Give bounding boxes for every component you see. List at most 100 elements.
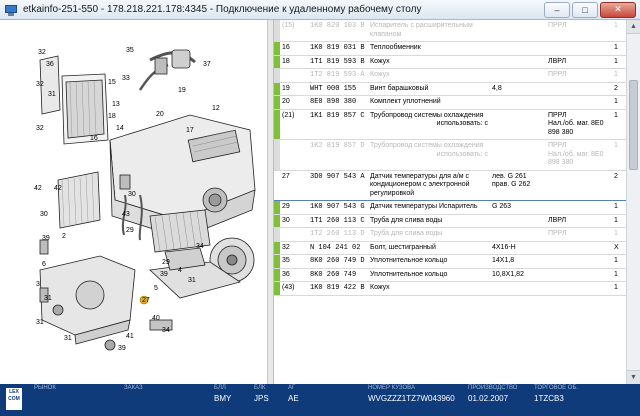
scrollbar-thumb[interactable] <box>629 80 638 170</box>
diagram-callout-label[interactable]: 34 <box>162 327 170 334</box>
quantity-cell-text: 1 <box>614 203 618 210</box>
diagram-callout-label[interactable]: 19 <box>178 87 186 94</box>
table-row[interactable]: 32 N 104 241 02 Болт, шестигранный 4X16-H X <box>274 241 626 255</box>
diagram-callout-label[interactable]: 15 <box>108 79 116 86</box>
maximize-button[interactable]: □ <box>572 1 598 18</box>
parts-list-pane: (15) 1K0 820 103 B Испаритель с расширител… <box>274 20 626 384</box>
status-cell-label: АГ <box>288 385 296 391</box>
table-row[interactable]: 30 1T1 260 113 C Труба для слива воды ЛВРЛ 1 <box>274 214 626 228</box>
status-cell-value: 01.02.2007 <box>468 394 509 403</box>
diagram-callout-label[interactable]: 2 <box>62 233 66 240</box>
diagram-callout-label[interactable]: 35 <box>126 47 134 54</box>
part-name-cell: Труба для слива воды <box>368 214 490 228</box>
quantity-cell: 1 <box>612 214 626 228</box>
position-cell: 19 <box>280 82 308 96</box>
part-name-cell: Трубопровод системы охлаждения использова… <box>368 109 490 140</box>
quantity-cell-text: 1 <box>614 284 618 291</box>
part-name-cell-text: Трубопровод системы охлаждения <box>370 111 484 119</box>
part-code-cell <box>546 268 612 282</box>
part-number-cell-text: 1K2 819 857 D <box>310 142 365 150</box>
status-cell: РЫНОК <box>34 384 56 416</box>
window-titlebar: etkainfo-251-550 - 178.218.221.178:4345 … <box>0 0 640 20</box>
part-note-cell: 10,8X1,82 <box>490 268 546 282</box>
part-note-cell-text: 4,8 <box>492 84 502 92</box>
table-row[interactable]: (43) 1K0 819 422 B Кожух 1 <box>274 281 626 296</box>
diagram-callout-label[interactable]: 31 <box>44 295 52 302</box>
diagram-callout-label[interactable]: 31 <box>188 277 196 284</box>
diagram-callout-label[interactable]: 32 <box>36 81 44 88</box>
table-row[interactable]: 29 1K0 907 543 G Датчик температуры Испари… <box>274 200 626 215</box>
parts-list-scrollbar[interactable]: ▲ ▼ <box>626 20 640 384</box>
diagram-callout-label[interactable]: 31 <box>48 91 56 98</box>
table-row[interactable]: (21) 1K1 819 857 C Трубопровод системы охл… <box>274 109 626 140</box>
table-row[interactable]: 1K2 819 857 D Трубопровод системы охлажде… <box>274 139 626 171</box>
position-cell-text: 20 <box>282 98 290 105</box>
diagram-callout-label[interactable]: 32 <box>36 125 44 132</box>
diagram-callout-label[interactable]: 29 <box>126 227 134 234</box>
table-row[interactable]: 16 1K0 819 031 B Теплообменник 1 <box>274 41 626 56</box>
position-cell: (15) <box>280 20 308 42</box>
table-row[interactable]: 27 3D0 907 543 A Датчик температуры для а/… <box>274 169 626 201</box>
diagram-callout-label[interactable]: 42 <box>34 185 42 192</box>
table-row[interactable]: (15) 1K0 820 103 B Испаритель с расширител… <box>274 20 626 42</box>
part-number-cell: 1T2 819 593 A <box>308 68 368 83</box>
part-code-cell-text: ПРРЛ <box>548 111 567 119</box>
diagram-callout-label[interactable]: 20 <box>156 111 164 118</box>
quantity-cell: 2 <box>612 169 626 201</box>
part-code-cell-text: ПРРЛ <box>548 230 567 237</box>
table-row[interactable]: 19 WHT 000 155 Винт барашковый 4,8 2 <box>274 82 626 96</box>
diagram-callout-label[interactable]: 40 <box>152 315 160 322</box>
diagram-callout-label[interactable]: 3 <box>36 281 40 288</box>
diagram-callout-label[interactable]: 37 <box>203 61 211 68</box>
table-row[interactable]: 20 8E0 898 380 Комплект уплотнений 1 <box>274 95 626 110</box>
status-cell-value: JPS <box>254 394 269 403</box>
diagram-callout-label[interactable]: 13 <box>112 101 120 108</box>
diagram-callout-label[interactable]: 31 <box>64 335 72 342</box>
table-row[interactable]: 1T2 819 593 A Кожух ПРРЛ 1 <box>274 68 626 83</box>
part-number-cell: 1K0 820 103 B <box>308 20 368 42</box>
table-row[interactable]: 18 1T1 819 593 B Кожух ЛВРЛ 1 <box>274 55 626 69</box>
diagram-callout-label[interactable]: 33 <box>122 75 130 82</box>
part-code-cell <box>546 241 612 255</box>
diagram-callout-label[interactable]: 36 <box>46 61 54 68</box>
diagram-callout-label[interactable]: 39 <box>160 271 168 278</box>
part-note-cell: G 263 <box>490 200 546 215</box>
diagram-callout-label[interactable]: 39 <box>118 345 126 352</box>
diagram-callout-label[interactable]: 31 <box>36 319 44 326</box>
diagram-callout-label[interactable]: 30 <box>128 191 136 198</box>
exploded-parts-diagram[interactable]: 3236 37323533323119161812151314201742 4230… <box>0 20 268 384</box>
diagram-callout-label[interactable]: 5 <box>154 285 158 292</box>
diagram-callout-label[interactable]: 39 <box>42 235 50 242</box>
diagram-callout-label[interactable]: 32 <box>38 49 46 56</box>
diagram-callout-label[interactable]: 17 <box>186 127 194 134</box>
table-row[interactable]: 35 8K0 260 749 D Уплотнительное кольцо 14X1… <box>274 254 626 269</box>
scroll-down-arrow-icon[interactable]: ▼ <box>627 370 640 384</box>
diagram-callout-label[interactable]: 43 <box>122 211 130 218</box>
part-name-cell-text: Испаритель с расширительным клапаном <box>370 22 473 38</box>
diagram-callout-label[interactable]: 29 <box>162 259 170 266</box>
table-row[interactable]: 36 8K0 260 749 Уплотнительное кольцо 10,8X1… <box>274 268 626 282</box>
diagram-callout-label[interactable]: 18 <box>108 113 116 120</box>
table-row[interactable]: 1T2 260 113 D Труба для слива воды ПРРЛ 1 <box>274 227 626 242</box>
parts-diagram-pane[interactable]: 32 36 37 32 35 33 32 31 19 16 18 12 15 13 14 20 17 42 42 30… <box>0 20 268 384</box>
part-code-cell <box>546 200 612 215</box>
position-cell-text: 16 <box>282 44 290 51</box>
diagram-callout-label[interactable]: 6 <box>42 261 46 268</box>
scroll-up-arrow-icon[interactable]: ▲ <box>627 20 640 34</box>
quantity-cell-text: 1 <box>614 216 618 224</box>
position-cell <box>280 227 308 242</box>
diagram-callout-label[interactable]: 16 <box>90 135 98 142</box>
close-button[interactable]: ✕ <box>600 1 636 18</box>
diagram-callout-label[interactable]: 14 <box>116 125 124 132</box>
part-code-cell-text: ПРРЛ <box>548 22 567 29</box>
diagram-callout-label[interactable]: 34 <box>196 243 204 250</box>
diagram-callout-label[interactable]: 4 <box>178 267 182 274</box>
diagram-callout-label[interactable]: 12 <box>212 105 220 112</box>
status-cell-label: ТОРГОВОЕ ОБ. <box>534 385 579 391</box>
diagram-callout-label[interactable]: 42 <box>54 185 62 192</box>
minimize-button[interactable]: – <box>544 1 570 18</box>
diagram-callout-label[interactable]: 30 <box>40 211 48 218</box>
diagram-callout-label[interactable]: 41 <box>126 333 134 340</box>
diagram-callout-label[interactable]: 27 <box>142 297 150 304</box>
quantity-cell: X <box>612 241 626 255</box>
